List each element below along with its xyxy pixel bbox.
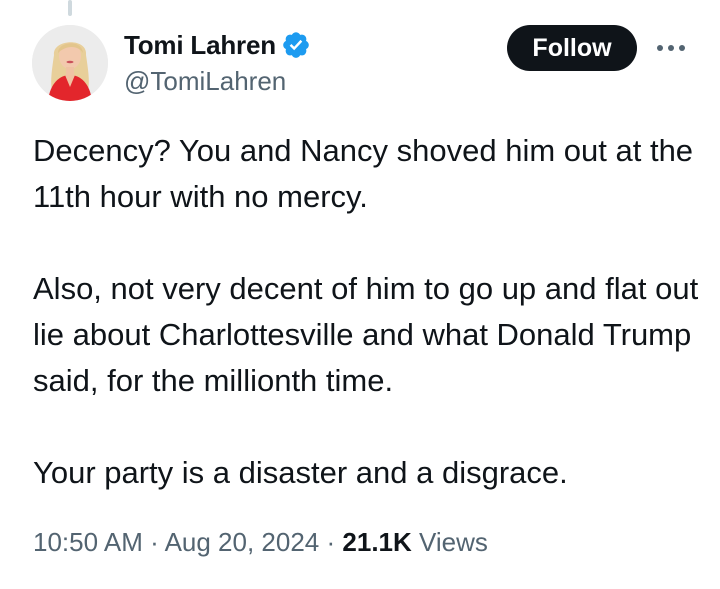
views-count[interactable]: 21.1K [342, 527, 411, 557]
tweet-paragraph: Your party is a disaster and a disgrace. [33, 455, 568, 490]
author-handle[interactable]: @TomiLahren [124, 66, 286, 97]
verified-badge-icon[interactable] [281, 30, 311, 60]
meta-separator: · [150, 527, 159, 557]
more-options-button[interactable] [651, 34, 691, 62]
more-horizontal-icon [657, 45, 685, 51]
tweet-text: Decency? You and Nancy shoved him out at… [33, 128, 703, 496]
tweet-time[interactable]: 10:50 AM [33, 527, 143, 557]
meta-separator: · [326, 527, 336, 557]
avatar[interactable] [32, 25, 108, 101]
views-label: Views [419, 527, 488, 557]
tweet-date[interactable]: Aug 20, 2024 [165, 527, 320, 557]
tweet-paragraph: Also, not very decent of him to go up an… [33, 271, 699, 398]
avatar-image [32, 25, 108, 101]
author-display-name[interactable]: Tomi Lahren [124, 30, 276, 61]
tweet-paragraph: Decency? You and Nancy shoved him out at… [33, 133, 694, 214]
author-name-row: Tomi Lahren [124, 28, 311, 62]
tweet-metadata: 10:50 AM · Aug 20, 2024 · 21.1K Views [33, 527, 488, 558]
follow-button[interactable]: Follow [507, 25, 637, 71]
thread-connector-line [68, 0, 72, 16]
